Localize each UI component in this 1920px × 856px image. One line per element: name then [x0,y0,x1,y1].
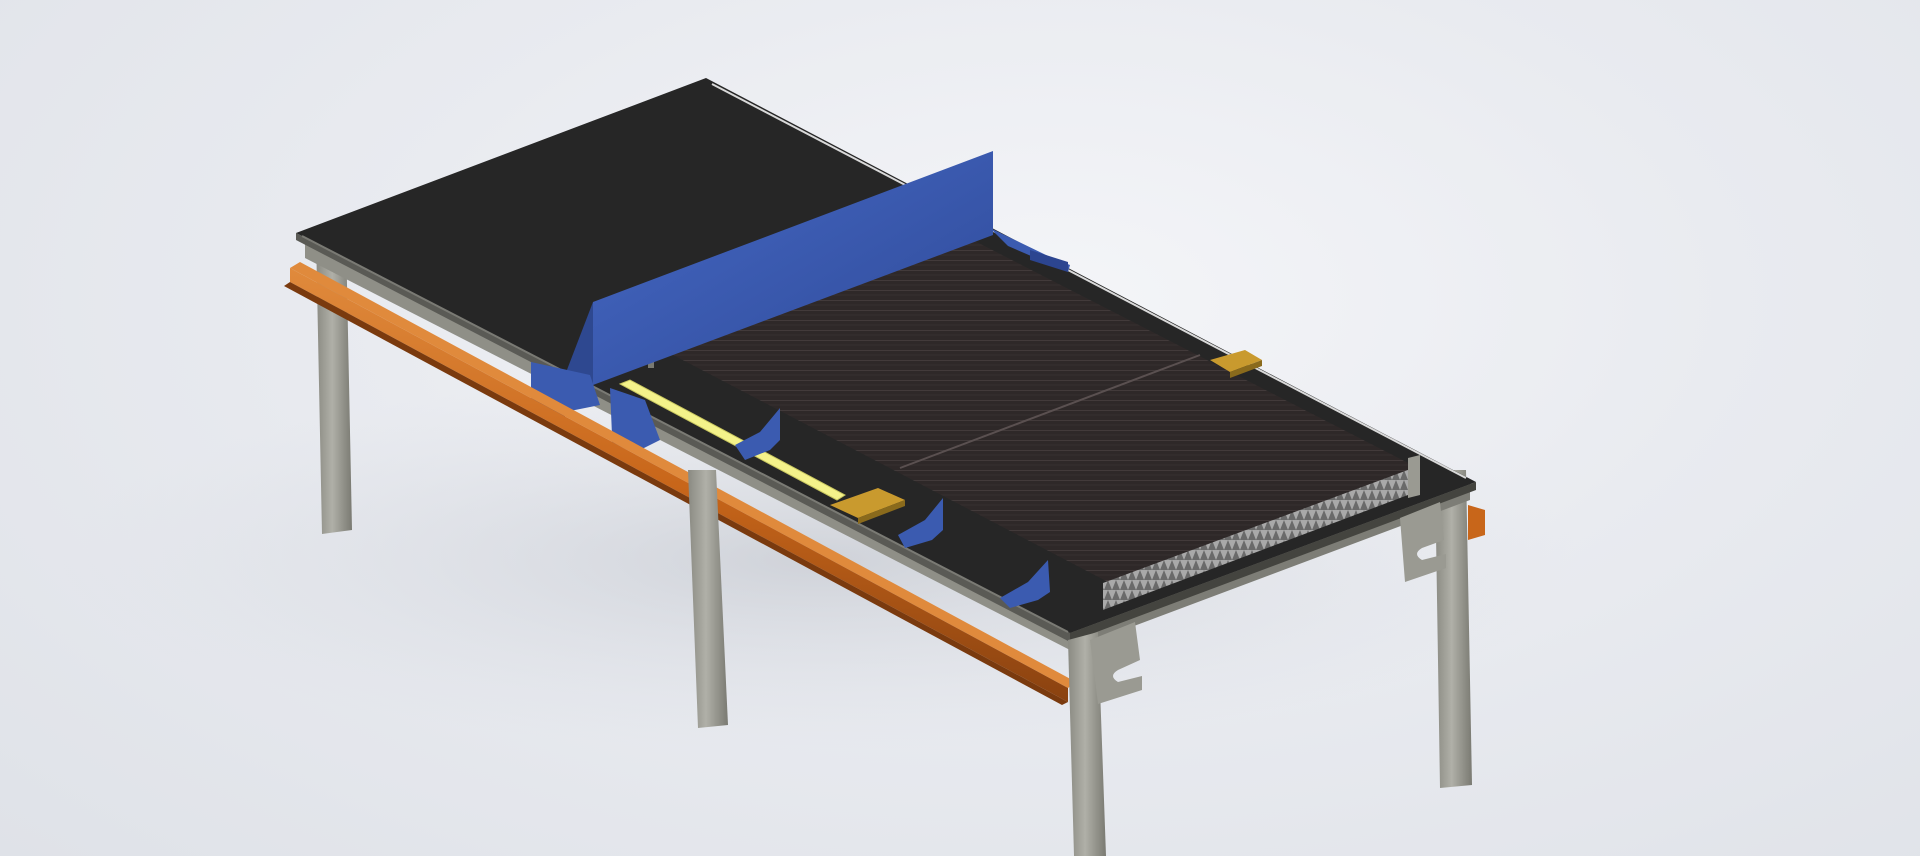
cutting-table-render [60,78,1580,856]
render-canvas [0,0,1920,856]
